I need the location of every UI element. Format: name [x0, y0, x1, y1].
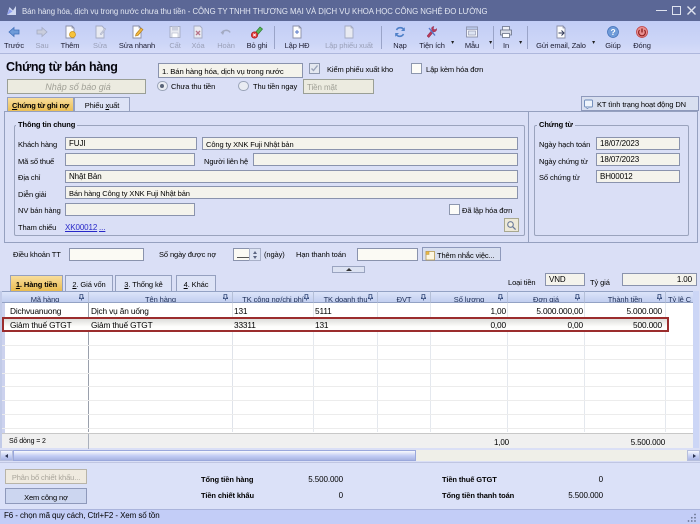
svg-text:?: ?	[610, 27, 615, 37]
